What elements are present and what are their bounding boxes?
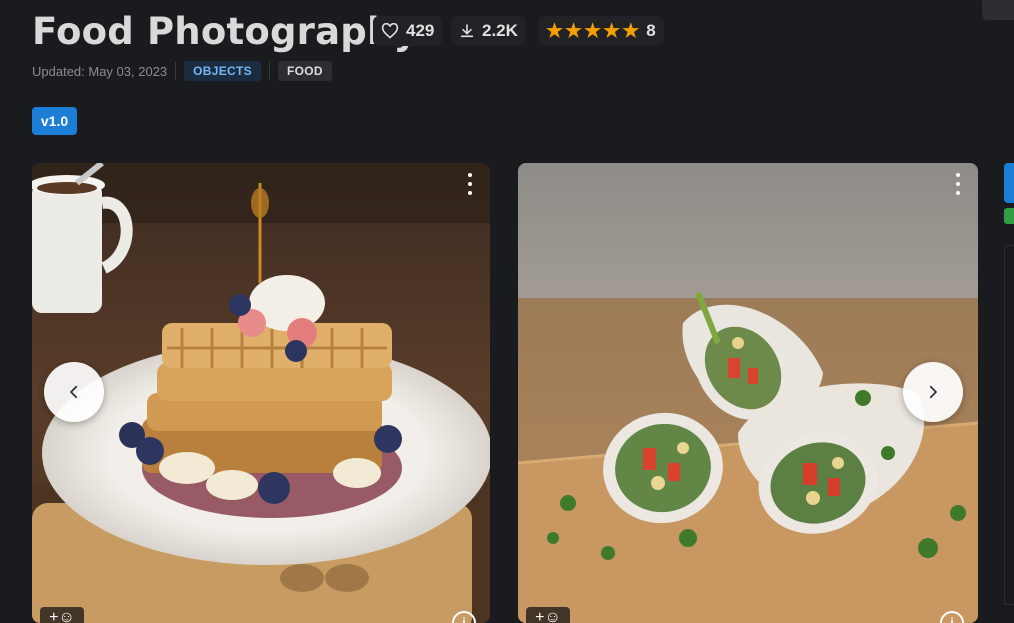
heart-icon bbox=[381, 23, 399, 39]
tag-objects[interactable]: OBJECTS bbox=[184, 61, 261, 81]
star-icon: ★ bbox=[546, 20, 564, 42]
star-icon: ★ bbox=[622, 20, 640, 42]
divider bbox=[268, 62, 270, 80]
likes-stat[interactable]: 429 bbox=[373, 16, 443, 46]
divider bbox=[175, 62, 177, 80]
rating-stars: ★ ★ ★ ★ ★ bbox=[546, 22, 639, 41]
download-button[interactable] bbox=[1004, 163, 1014, 203]
download-icon bbox=[459, 23, 475, 39]
rating-count: 8 bbox=[646, 21, 656, 40]
add-reaction-icon[interactable]: +☺ bbox=[40, 607, 84, 623]
star-icon: ★ bbox=[565, 20, 583, 42]
details-panel bbox=[1004, 245, 1014, 605]
downloads-stat[interactable]: 2.2K bbox=[451, 16, 526, 46]
page-title: Food Photography bbox=[32, 10, 418, 53]
likes-count: 429 bbox=[406, 21, 435, 40]
header-action-button[interactable] bbox=[982, 0, 1014, 20]
downloads-count: 2.2K bbox=[482, 21, 518, 40]
rating-stat[interactable]: ★ ★ ★ ★ ★ 8 bbox=[538, 16, 664, 46]
star-icon: ★ bbox=[603, 20, 621, 42]
star-icon: ★ bbox=[584, 20, 602, 42]
more-vertical-icon[interactable] bbox=[952, 173, 964, 195]
more-vertical-icon[interactable] bbox=[464, 173, 476, 195]
check-icon bbox=[1004, 208, 1014, 224]
version-badge[interactable]: v1.0 bbox=[32, 107, 77, 135]
tag-food[interactable]: FOOD bbox=[277, 61, 332, 81]
chevron-right-icon bbox=[929, 385, 937, 399]
add-reaction-icon[interactable]: +☺ bbox=[526, 607, 570, 623]
chevron-left-icon bbox=[70, 385, 78, 399]
carousel-next-button[interactable] bbox=[903, 362, 963, 422]
carousel-prev-button[interactable] bbox=[44, 362, 104, 422]
updated-date: Updated: May 03, 2023 bbox=[32, 63, 168, 79]
meta-row: Updated: May 03, 2023 OBJECTS FOOD bbox=[32, 60, 332, 82]
